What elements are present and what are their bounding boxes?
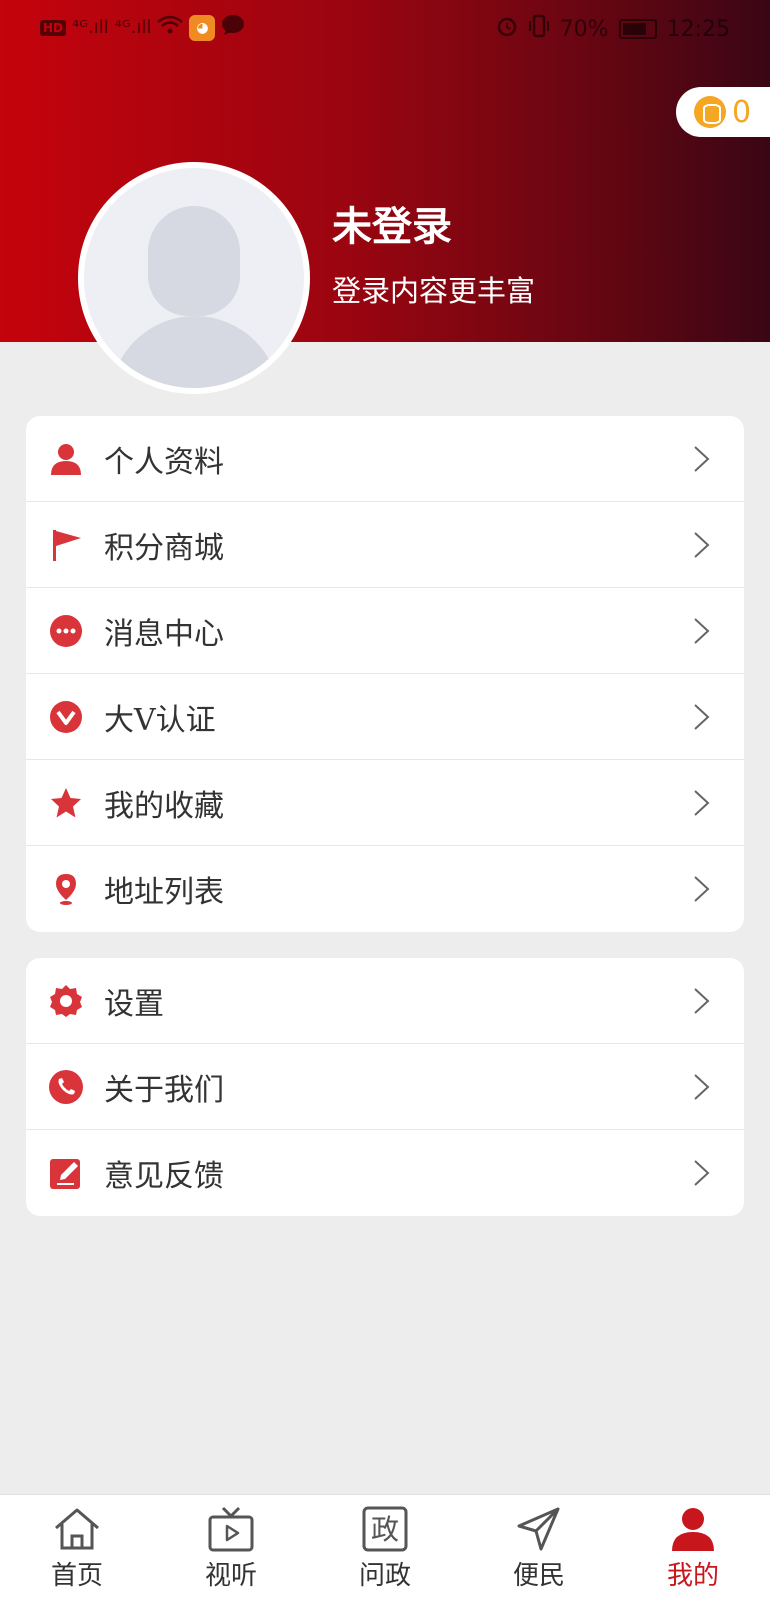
- menu-item-label: 大V认证: [104, 702, 216, 738]
- menu-item-label: 个人资料: [104, 444, 224, 480]
- edit-icon: [48, 1155, 84, 1191]
- chevron-right-icon: [694, 618, 710, 644]
- user-icon: [48, 441, 84, 477]
- chevron-right-icon: [694, 1074, 710, 1100]
- menu-item-label: 意见反馈: [104, 1159, 224, 1194]
- menu-item-about-us[interactable]: 关于我们: [26, 1044, 744, 1130]
- menu-item-profile[interactable]: 个人资料: [26, 416, 744, 502]
- coin-icon: [694, 96, 726, 128]
- menu-item-favorites[interactable]: 我的收藏: [26, 760, 744, 846]
- phone-icon: [48, 1069, 84, 1105]
- zheng-icon: 政: [359, 1505, 411, 1553]
- tab-label: 视听: [204, 1561, 257, 1591]
- chat-bubble-icon: [48, 613, 84, 649]
- menu-item-label: 设置: [104, 986, 164, 1022]
- menu-item-label: 地址列表: [104, 875, 224, 910]
- menu-item-label: 积分商城: [104, 530, 224, 566]
- zheng-glyph: 政: [371, 1513, 399, 1546]
- send-icon: [513, 1505, 565, 1553]
- menu-item-v-verification[interactable]: 大V认证: [26, 674, 744, 760]
- tab-label: 我的: [666, 1561, 719, 1591]
- chevron-right-icon: [694, 876, 710, 902]
- menu-item-points-mall[interactable]: 积分商城: [26, 502, 744, 588]
- tab-inquiry[interactable]: 政 问政: [308, 1495, 462, 1600]
- tab-mine[interactable]: 我的: [616, 1495, 770, 1600]
- wifi-icon: [157, 15, 184, 40]
- tab-media[interactable]: 视听: [154, 1495, 308, 1600]
- tab-label: 问政: [358, 1561, 411, 1591]
- login-status-title[interactable]: 未登录: [332, 194, 452, 252]
- home-icon: [51, 1505, 103, 1553]
- profile-icon: [667, 1505, 719, 1553]
- status-bar-right: 70% 12:25: [496, 14, 730, 44]
- message-icon: [221, 14, 245, 41]
- signal-strength-2: ⁴ᴳ.ıll: [114, 17, 152, 38]
- location-pin-icon: [48, 871, 84, 907]
- tab-services[interactable]: 便民: [462, 1495, 616, 1600]
- vibrate-icon: [528, 14, 550, 44]
- chevron-right-icon: [694, 532, 710, 558]
- tab-label: 首页: [50, 1561, 103, 1591]
- login-prompt-text[interactable]: 登录内容更丰富: [332, 268, 535, 310]
- clock: 12:25: [666, 16, 730, 42]
- alarm-icon: [496, 15, 518, 43]
- coin-balance-button[interactable]: 0: [676, 87, 770, 137]
- chevron-right-icon: [694, 790, 710, 816]
- battery-icon: [618, 19, 657, 39]
- tab-label: 便民: [512, 1561, 565, 1591]
- coin-count: 0: [732, 94, 752, 130]
- battery-percent: 70%: [559, 16, 609, 42]
- menu-item-label: 我的收藏: [104, 788, 224, 824]
- flag-icon: [48, 527, 84, 563]
- gear-icon: [48, 983, 84, 1019]
- chevron-right-icon: [694, 988, 710, 1014]
- tv-icon: [205, 1505, 257, 1553]
- bottom-tab-bar: 首页 视听 政 问政 便民 我的: [0, 1494, 770, 1600]
- chevron-right-icon: [694, 446, 710, 472]
- chevron-right-icon: [694, 1160, 710, 1186]
- chevron-right-icon: [694, 704, 710, 730]
- signal-strength-1: ⁴ᴳ.ıll: [72, 17, 109, 38]
- hd-badge: HD: [40, 19, 67, 36]
- menu-item-settings[interactable]: 设置: [26, 958, 744, 1044]
- menu-group-app: 设置 关于我们 意见反馈: [26, 958, 744, 1216]
- menu-item-label: 关于我们: [104, 1072, 224, 1108]
- v-badge-icon: [48, 699, 84, 735]
- menu-item-label: 消息中心: [104, 616, 224, 652]
- browser-app-icon: ◕: [189, 14, 216, 41]
- menu-item-address-list[interactable]: 地址列表: [26, 846, 744, 932]
- menu-group-account: 个人资料 积分商城 消息中心 大V认证 我的收藏 地址列表: [26, 416, 744, 932]
- status-bar-left: HD ⁴ᴳ.ıll ⁴ᴳ.ıll ◕: [40, 14, 245, 41]
- avatar[interactable]: [78, 162, 310, 394]
- tab-home[interactable]: 首页: [0, 1495, 154, 1600]
- status-bar: HD ⁴ᴳ.ıll ⁴ᴳ.ıll ◕ 70% 12:25: [0, 0, 770, 58]
- menu-item-message-center[interactable]: 消息中心: [26, 588, 744, 674]
- menu-item-feedback[interactable]: 意见反馈: [26, 1130, 744, 1216]
- star-icon: [48, 785, 84, 821]
